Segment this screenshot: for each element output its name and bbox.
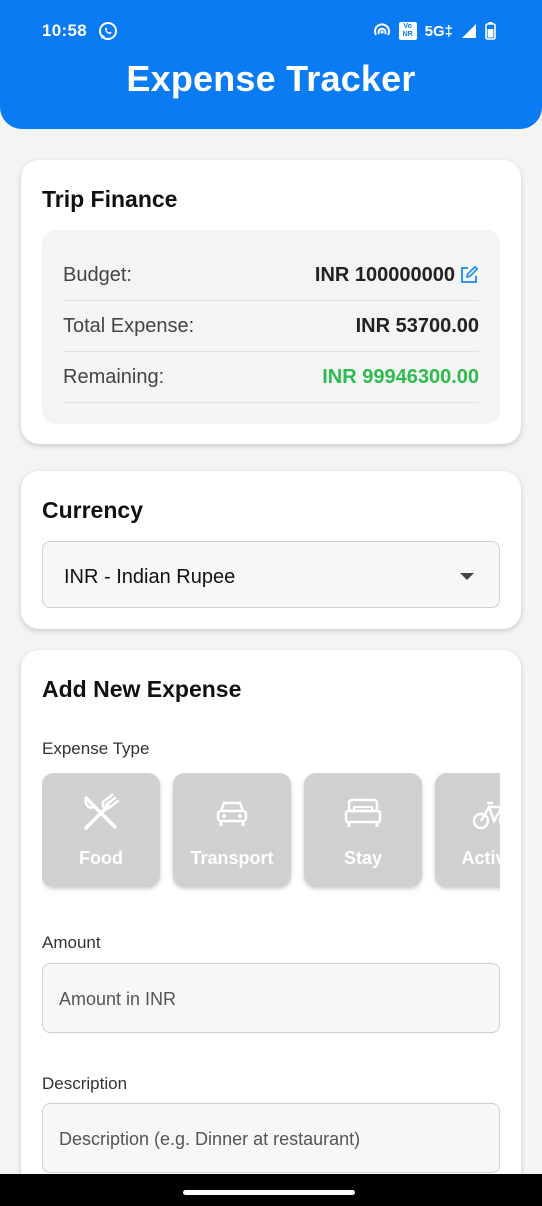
description-input[interactable]: Description (e.g. Dinner at restaurant)	[42, 1103, 500, 1173]
volte-icon: Vo NR	[398, 22, 417, 40]
bicycle-icon	[472, 801, 500, 830]
total-expense-label: Total Expense:	[63, 315, 195, 337]
description-placeholder: Description (e.g. Dinner at restaurant)	[59, 1129, 361, 1149]
home-gesture-handle[interactable]	[183, 1190, 355, 1195]
budget-label: Budget:	[63, 264, 132, 286]
amount-input[interactable]: Amount in INR	[42, 963, 500, 1033]
bed-icon	[344, 798, 382, 827]
trip-finance-title: Trip Finance	[42, 186, 178, 212]
budget-row: Budget: INR 100000000	[63, 250, 479, 301]
car-icon	[216, 801, 248, 826]
volte-top-label: Vo	[403, 23, 412, 30]
amount-placeholder: Amount in INR	[59, 989, 177, 1009]
status-time: 10:58	[42, 21, 87, 40]
utensils-icon	[84, 793, 120, 830]
remaining-value: INR 99946300.00	[322, 366, 479, 388]
expense-type-stay-label: Stay	[343, 848, 383, 868]
expense-type-food[interactable]: Food	[42, 773, 160, 887]
system-nav-bar	[0, 1174, 542, 1206]
total-expense-value: INR 53700.00	[355, 315, 479, 337]
budget-value: INR 100000000	[314, 264, 455, 286]
currency-select[interactable]: INR - Indian Rupee	[42, 541, 500, 608]
add-expense-title: Add New Expense	[42, 676, 242, 702]
expense-type-transport-label: Transport	[190, 848, 274, 868]
network-type-label: 5G‡	[424, 22, 453, 40]
expense-type-label: Expense Type	[42, 739, 150, 758]
expense-type-food-label: Food	[79, 848, 123, 868]
app-header: 10:58 Vo NR 5G‡ Expense Tracker	[0, 0, 542, 129]
finance-summary: Budget: INR 100000000 Total Expense: INR…	[42, 230, 500, 424]
expense-type-activity-label: Activity	[461, 848, 500, 868]
add-expense-card: Add New Expense Expense Type Food Transp…	[21, 650, 521, 1206]
expense-type-list[interactable]: Food Transport Stay Acti	[42, 773, 500, 895]
description-label: Description	[42, 1074, 128, 1093]
currency-title: Currency	[42, 497, 143, 523]
trip-finance-card: Trip Finance Budget: INR 100000000 Total…	[21, 160, 521, 444]
app-title: Expense Tracker	[126, 58, 416, 99]
status-icons: Vo NR 5G‡	[373, 20, 496, 42]
hotspot-icon	[373, 23, 390, 36]
whatsapp-icon	[99, 22, 117, 40]
volte-bottom-label: NR	[402, 31, 413, 38]
status-bar: 10:58 Vo NR 5G‡	[0, 0, 542, 62]
total-expense-row: Total Expense: INR 53700.00	[63, 301, 479, 352]
signal-icon	[462, 24, 476, 38]
remaining-label: Remaining:	[63, 366, 165, 388]
expense-type-activity[interactable]: Activity	[435, 773, 500, 887]
amount-label: Amount	[42, 933, 101, 952]
expense-type-transport[interactable]: Transport	[173, 773, 291, 887]
battery-icon	[485, 22, 496, 40]
edit-budget-icon[interactable]	[459, 265, 479, 285]
expense-type-stay[interactable]: Stay	[304, 773, 422, 887]
currency-selected-value: INR - Indian Rupee	[64, 566, 236, 588]
dropdown-arrow-icon	[460, 573, 474, 580]
currency-card: Currency INR - Indian Rupee	[21, 471, 521, 629]
remaining-row: Remaining: INR 99946300.00	[63, 352, 479, 403]
